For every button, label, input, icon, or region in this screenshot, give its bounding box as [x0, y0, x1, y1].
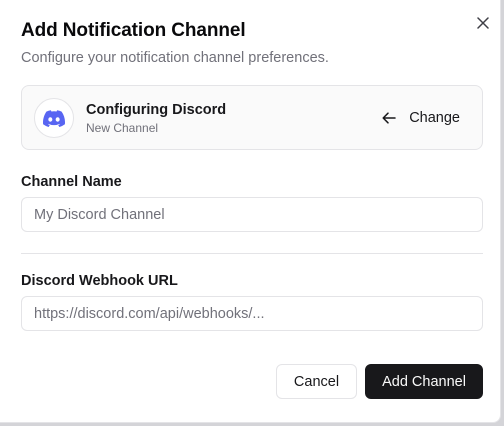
discord-icon — [43, 109, 65, 127]
provider-subtitle: New Channel — [86, 121, 159, 135]
divider — [21, 253, 483, 254]
provider-card: Configuring Discord New Channel Change — [21, 85, 483, 150]
cancel-button[interactable]: Cancel — [276, 364, 357, 399]
webhook-url-label: Discord Webhook URL — [21, 273, 178, 289]
dialog-title: Add Notification Channel — [21, 20, 246, 41]
provider-logo — [34, 98, 74, 138]
webhook-url-input[interactable] — [21, 296, 483, 331]
close-icon — [477, 17, 489, 29]
arrow-left-icon — [382, 112, 396, 124]
change-provider-button[interactable]: Change — [372, 100, 470, 136]
add-notification-channel-dialog: Add Notification Channel Configure your … — [0, 0, 501, 423]
add-channel-button[interactable]: Add Channel — [365, 364, 483, 399]
close-button[interactable] — [473, 13, 493, 33]
dialog-subtitle: Configure your notification channel pref… — [21, 50, 329, 66]
channel-name-input[interactable] — [21, 197, 483, 232]
change-label: Change — [409, 110, 460, 126]
channel-name-label: Channel Name — [21, 174, 122, 190]
provider-title: Configuring Discord — [86, 102, 227, 118]
